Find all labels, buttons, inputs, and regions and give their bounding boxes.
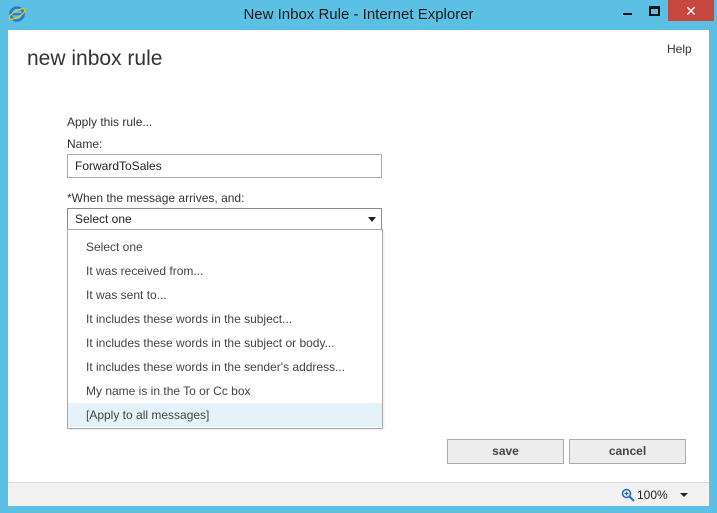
status-bar: 100% [8,482,709,506]
save-button[interactable]: save [447,439,564,464]
minimize-button[interactable] [613,0,641,21]
name-label: Name: [67,137,103,151]
magnifier-icon[interactable] [621,488,635,502]
apply-rule-label: Apply this rule... [67,115,153,129]
dropdown-option-received-from[interactable]: It was received from... [68,259,382,283]
page-title: new inbox rule [27,47,163,70]
window-title: New Inbox Rule - Internet Explorer [243,6,474,23]
page-content: Help new inbox rule Apply this rule... N… [8,30,709,482]
cancel-button[interactable]: cancel [569,439,686,464]
rule-name-input[interactable] [67,154,382,178]
condition-dropdown-list: Select one It was received from... It wa… [67,229,383,429]
help-link[interactable]: Help [667,42,692,56]
condition-select[interactable]: Select one [67,208,382,230]
condition-label: *When the message arrives, and: [67,191,245,205]
zoom-dropdown-icon[interactable] [680,493,688,497]
dropdown-option-words-in-subject[interactable]: It includes these words in the subject..… [68,307,382,331]
maximize-button[interactable] [640,0,668,21]
dropdown-option-select-one[interactable]: Select one [68,235,382,259]
dropdown-option-words-in-sender-address[interactable]: It includes these words in the sender's … [68,355,382,379]
dropdown-option-apply-to-all[interactable]: [Apply to all messages] [68,403,382,427]
close-button[interactable]: ✕ [668,0,714,21]
dropdown-arrow-icon[interactable] [368,217,376,222]
dropdown-option-name-in-to-cc[interactable]: My name is in the To or Cc box [68,379,382,403]
browser-window: New Inbox Rule - Internet Explorer ✕ Hel… [0,0,717,513]
dropdown-option-sent-to[interactable]: It was sent to... [68,283,382,307]
maximize-icon [648,5,660,16]
title-bar[interactable]: New Inbox Rule - Internet Explorer ✕ [0,0,717,30]
minimize-icon [622,12,632,15]
dropdown-option-words-in-subject-or-body[interactable]: It includes these words in the subject o… [68,331,382,355]
condition-selected-value: Select one [75,212,132,226]
close-icon: ✕ [685,2,697,19]
zoom-level[interactable]: 100% [637,488,668,502]
